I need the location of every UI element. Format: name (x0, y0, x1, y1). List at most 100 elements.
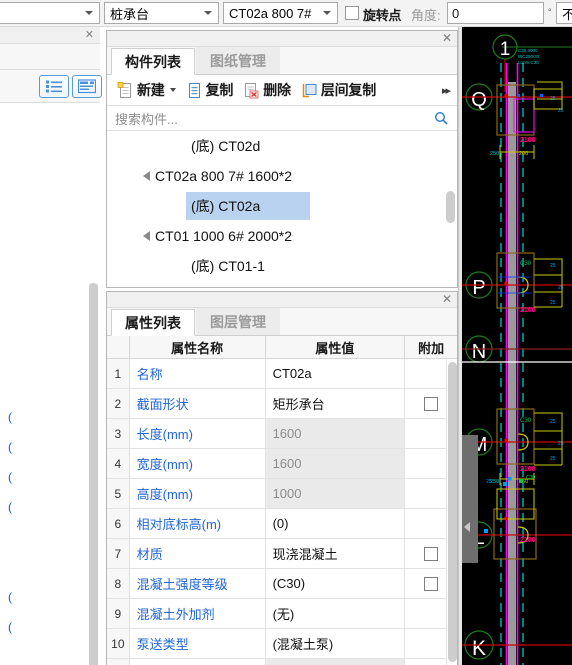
degree-symbol: ° (548, 7, 552, 17)
detail-view-button[interactable] (72, 75, 102, 98)
cad-left-strip (462, 435, 478, 563)
left-cut-text: ) (8, 440, 12, 454)
angle-input[interactable]: 0 (447, 2, 544, 24)
expand-arrow-icon[interactable] (143, 231, 150, 241)
component-type-value: 桩承台 (110, 6, 150, 22)
left-cut-text: ) (8, 620, 12, 634)
row-property-name: 长度(mm) (130, 419, 266, 448)
delete-button-label: 删除 (263, 82, 291, 98)
component-tree-scroll-thumb[interactable] (446, 191, 455, 223)
close-icon[interactable]: ✕ (442, 292, 452, 307)
attach-checkbox[interactable] (424, 546, 439, 561)
new-button[interactable]: 新建 (113, 78, 180, 102)
left-panel-toolbar (0, 70, 102, 103)
table-row[interactable]: 10 泵送类型 (混凝土泵) (107, 629, 457, 659)
svg-text:2100: 2100 (520, 537, 536, 544)
row-index: 10 (107, 629, 130, 658)
row-property-value[interactable]: (0) (266, 509, 406, 538)
svg-text:1: 1 (500, 39, 511, 60)
col-property-name: 属性名称 (130, 336, 266, 358)
col-attach: 附加 (418, 340, 445, 356)
tab-property-list[interactable]: 属性列表 (111, 309, 195, 336)
expand-arrow-icon[interactable] (143, 171, 150, 181)
row-index: 4 (107, 449, 130, 478)
tab-component-list[interactable]: 构件列表 (111, 48, 195, 75)
search-icon[interactable] (434, 111, 448, 125)
tab-drawing-manage[interactable]: 图纸管理 (196, 47, 280, 74)
tree-item-label: (底) CT01-1 (191, 258, 265, 274)
table-row[interactable]: 1 名称 CT02a (107, 359, 457, 389)
tab-label: 图纸管理 (210, 52, 266, 69)
properties-grid-header: 属性名称 属性值 附加 (107, 336, 457, 359)
chevron-down-icon (204, 11, 212, 15)
row-property-value[interactable]: 现浇混凝土 (266, 539, 406, 568)
attach-checkbox[interactable] (424, 396, 439, 411)
table-row[interactable]: 8 混凝土强度等级 (C30) (107, 569, 457, 599)
tree-item-label: (底) CT02d (191, 138, 261, 154)
table-row[interactable]: 6 相对底标高(m) (0) (107, 509, 457, 539)
component-tree-scrollbar[interactable] (446, 133, 455, 279)
copy-button-label: 复制 (205, 82, 234, 98)
row-property-value[interactable]: (混凝土泵) (266, 629, 406, 658)
properties-scroll-thumb[interactable] (448, 362, 457, 662)
copy-page-icon (186, 82, 203, 99)
rotate-point-checkbox[interactable] (345, 6, 359, 20)
app-root: 层 桩承台 CT02a 800 7# 旋转点 角度: 0 ° 不 ✕ (0, 0, 572, 665)
row-property-value[interactable]: CT02a (266, 359, 406, 388)
top-toolbar: 层 桩承台 CT02a 800 7# 旋转点 角度: 0 ° 不 (0, 0, 572, 27)
list-view-button[interactable] (39, 75, 69, 98)
tab-label: 属性列表 (125, 314, 181, 331)
detail-view-icon (78, 79, 96, 94)
trailing-select[interactable]: 不 (556, 2, 572, 24)
left-panel-titlebar: ✕ (0, 27, 100, 44)
cad-drawing: 1 C30,3000 WC250/30 Lunm:C30 Q 25 25 210… (462, 27, 572, 665)
rotate-point-label: 旋转点 (363, 8, 402, 23)
tree-item-ct02d[interactable]: (底) CT02d (107, 131, 457, 161)
left-cut-text: ) (8, 470, 12, 484)
close-icon[interactable]: ✕ (442, 31, 452, 46)
tree-group-ct01[interactable]: CT01 1000 6# 2000*2 (107, 221, 457, 251)
table-row[interactable]: 5 高度(mm) 1000 (107, 479, 457, 509)
table-row[interactable]: 11 截面面积(m²) 2.56 (107, 659, 457, 665)
row-property-value[interactable]: (C30) (266, 569, 406, 598)
floor-select[interactable]: 层 (0, 2, 100, 24)
component-list-panel: ✕ 构件列表 图纸管理 新建 复制 删除 层间复制 ▸▸ 搜索构件... (底)… (106, 30, 458, 288)
floor-copy-button[interactable]: 层间复制 (297, 78, 380, 102)
row-index: 6 (107, 509, 130, 538)
collapse-arrow-icon[interactable] (464, 522, 470, 532)
row-property-value[interactable]: (无) (266, 599, 406, 628)
table-row[interactable]: 3 长度(mm) 1600 (107, 419, 457, 449)
svg-text:Q: Q (471, 89, 487, 111)
properties-scrollbar[interactable] (446, 359, 457, 665)
tree-group-ct02a[interactable]: CT02a 800 7# 1600*2 (107, 161, 457, 191)
col-index (107, 336, 130, 358)
more-commands-icon[interactable]: ▸▸ (442, 84, 451, 97)
copy-button[interactable]: 复制 (182, 78, 238, 102)
chevron-down-icon[interactable] (169, 88, 176, 92)
new-page-icon (117, 81, 134, 99)
svg-text:2100: 2100 (520, 137, 536, 144)
cad-viewport[interactable]: 1 C30,3000 WC250/30 Lunm:C30 Q 25 25 210… (462, 27, 572, 665)
component-select[interactable]: CT02a 800 7# (223, 2, 338, 24)
left-panel-scroll-thumb[interactable] (89, 283, 98, 665)
row-property-name: 相对底标高(m) (130, 509, 266, 538)
delete-button[interactable]: 删除 (239, 78, 295, 102)
row-property-value: 1000 (265, 479, 406, 508)
table-row[interactable]: 2 截面形状 矩形承台 (107, 389, 457, 419)
row-property-name: 泵送类型 (130, 629, 266, 658)
left-background-panel: ✕)))))) (0, 27, 102, 665)
table-row[interactable]: 9 混凝土外加剂 (无) (107, 599, 457, 629)
close-icon[interactable]: ✕ (85, 29, 94, 41)
left-panel-scrollbar[interactable] (89, 283, 98, 665)
tree-item-ct02a-selected[interactable]: (底) CT02a (107, 191, 457, 221)
table-row[interactable]: 4 宽度(mm) 1600 (107, 449, 457, 479)
svg-text:25: 25 (558, 441, 564, 447)
component-type-select[interactable]: 桩承台 (104, 2, 219, 24)
row-property-value[interactable]: 矩形承台 (266, 389, 406, 418)
attach-checkbox[interactable] (424, 576, 439, 591)
tab-layer-manage[interactable]: 图层管理 (196, 308, 280, 335)
tree-item-ct01-1[interactable]: (底) CT01-1 (107, 251, 457, 281)
tree-item-label: CT02a 800 7# 1600*2 (155, 168, 292, 184)
table-row[interactable]: 7 材质 现浇混凝土 (107, 539, 457, 569)
component-search-bar[interactable]: 搜索构件... (107, 106, 457, 131)
